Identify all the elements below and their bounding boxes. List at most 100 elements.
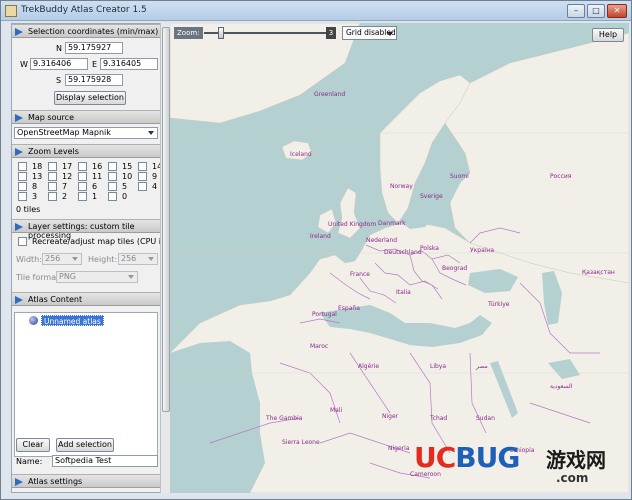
atlas-tree[interactable]: Unnamed atlas [14,312,158,457]
checkbox-box[interactable] [18,172,27,181]
checkbox-box[interactable] [18,162,27,171]
blue-arrow-icon [15,148,23,156]
checkbox-box[interactable] [48,192,57,201]
zoom-level-label: 4 [152,182,158,191]
zoom-slider-thumb[interactable] [218,27,224,39]
chevron-down-icon [128,275,134,279]
atlas-name-field[interactable]: Softpedia Test [52,455,158,467]
zoom-level-label: 11 [92,172,103,181]
close-button[interactable]: ✕ [607,4,627,18]
checkbox-box[interactable] [108,172,117,181]
checkbox-box[interactable] [138,182,147,191]
checkbox-box[interactable] [18,182,27,191]
map-label-polska: Polska [420,245,439,252]
title-bar: TrekBuddy Atlas Creator 1.5 – □ ✕ [1,1,631,21]
map-label-norway: Norway [390,183,413,190]
help-button[interactable]: Help [592,28,624,42]
map-label-kazakhstan: Қазақстан [582,269,615,276]
selection-title: Selection coordinates (min/max) [28,27,159,36]
checkbox-box[interactable] [78,182,87,191]
selection-header[interactable]: Selection coordinates (min/max) [12,24,160,38]
atlas-content-title: Atlas Content [28,295,83,304]
checkbox-box[interactable] [108,162,117,171]
chevron-down-icon [148,131,154,135]
map-label-suomi: Suomi [450,173,469,180]
south-label: S [56,76,62,85]
map-source-select[interactable]: OpenStreetMap Mapnik [14,127,158,139]
map-label-ireland: Ireland [310,233,331,240]
blue-arrow-icon [15,223,23,231]
checkbox-box[interactable] [18,237,27,246]
north-field[interactable]: 59.175927 [65,42,123,54]
checkbox-box[interactable] [108,192,117,201]
map-label-tchad: Tchad [430,415,448,422]
map-label-egypt: مصر [476,363,488,370]
add-selection-button[interactable]: Add selection [56,438,114,452]
tile-count: 0 tiles [16,205,41,214]
zoom-level-label: 10 [122,172,133,181]
atlas-settings-header[interactable]: Atlas settings [12,474,160,488]
blue-arrow-icon [15,478,23,486]
recreate-tiles-label: Recreate/adjust map tiles (CPU intensive… [32,237,160,246]
map-label-nederland: Nederland [366,237,398,244]
app-window: TrekBuddy Atlas Creator 1.5 – □ ✕ Select… [0,0,632,500]
blue-arrow-icon [15,28,23,36]
checkbox-box[interactable] [78,172,87,181]
map-label-gambia: The Gambia [266,415,303,422]
scrollbar-thumb[interactable] [162,27,170,412]
map-label-mali: Mali [330,407,343,414]
checkbox-box[interactable] [48,162,57,171]
zoom-level-label: 12 [62,172,73,181]
east-field[interactable]: 9.316405 [100,58,158,70]
window-title: TrekBuddy Atlas Creator 1.5 [21,5,147,15]
map-label-danmark: Danmark [378,220,406,227]
maximize-button[interactable]: □ [587,4,605,18]
zoom-level-label: 7 [62,182,68,191]
map-source-value: OpenStreetMap Mapnik [17,128,111,137]
display-selection-button[interactable]: Display selection [54,91,126,105]
checkbox-box[interactable] [18,192,27,201]
checkbox-box[interactable] [48,182,57,191]
clear-button[interactable]: Clear [16,438,50,452]
chevron-down-icon [72,257,78,261]
height-value: 256 [121,254,137,263]
west-field[interactable]: 9.316406 [30,58,88,70]
south-field[interactable]: 59.175928 [65,74,123,86]
zoom-level-label: 8 [32,182,38,191]
watermark-brand: UCBUG [414,441,520,474]
map-view[interactable]: Greenland Iceland Norway Sverige Suomi Р… [170,23,629,493]
checkbox-box[interactable] [138,172,147,181]
height-select[interactable]: 256 [118,253,158,265]
atlas-content-header[interactable]: Atlas Content [12,292,160,306]
zoom-level-label: 5 [122,182,128,191]
map-label-france: France [350,271,370,278]
layer-settings-header[interactable]: Layer settings: custom tile processing [12,219,160,240]
zoom-level-label: 2 [62,192,68,201]
tile-format-select[interactable]: PNG [56,271,138,283]
map-source-header[interactable]: Map source [12,110,160,124]
zoom-levels-title: Zoom Levels [28,147,79,156]
map-canvas[interactable] [170,23,629,493]
map-label-beograd: Beograd [442,265,468,272]
watermark-cn: 游戏网 [546,448,606,472]
checkbox-box[interactable] [48,172,57,181]
atlas-settings-title: Atlas settings [28,477,83,486]
zoom-label: Zoom: [174,27,203,39]
zoom-levels-header[interactable]: Zoom Levels [12,144,160,158]
grid-select[interactable]: Grid disabled [342,26,397,40]
minimize-button[interactable]: – [567,4,585,18]
left-panel-scrollbar[interactable] [160,23,170,493]
chevron-down-icon [387,32,393,36]
width-select[interactable]: 256 [42,253,82,265]
map-label-nigeria: Nigeria [388,445,410,452]
globe-icon [29,316,38,325]
map-label-maroc: Maroc [310,343,329,350]
width-label: Width: [16,255,42,264]
zoom-value: 3 [326,27,336,39]
atlas-node-label[interactable]: Unnamed atlas [41,315,104,326]
checkbox-box[interactable] [78,162,87,171]
map-label-sierra-leone: Sierra Leone [282,439,320,446]
checkbox-box[interactable] [108,182,117,191]
checkbox-box[interactable] [138,162,147,171]
checkbox-box[interactable] [78,192,87,201]
